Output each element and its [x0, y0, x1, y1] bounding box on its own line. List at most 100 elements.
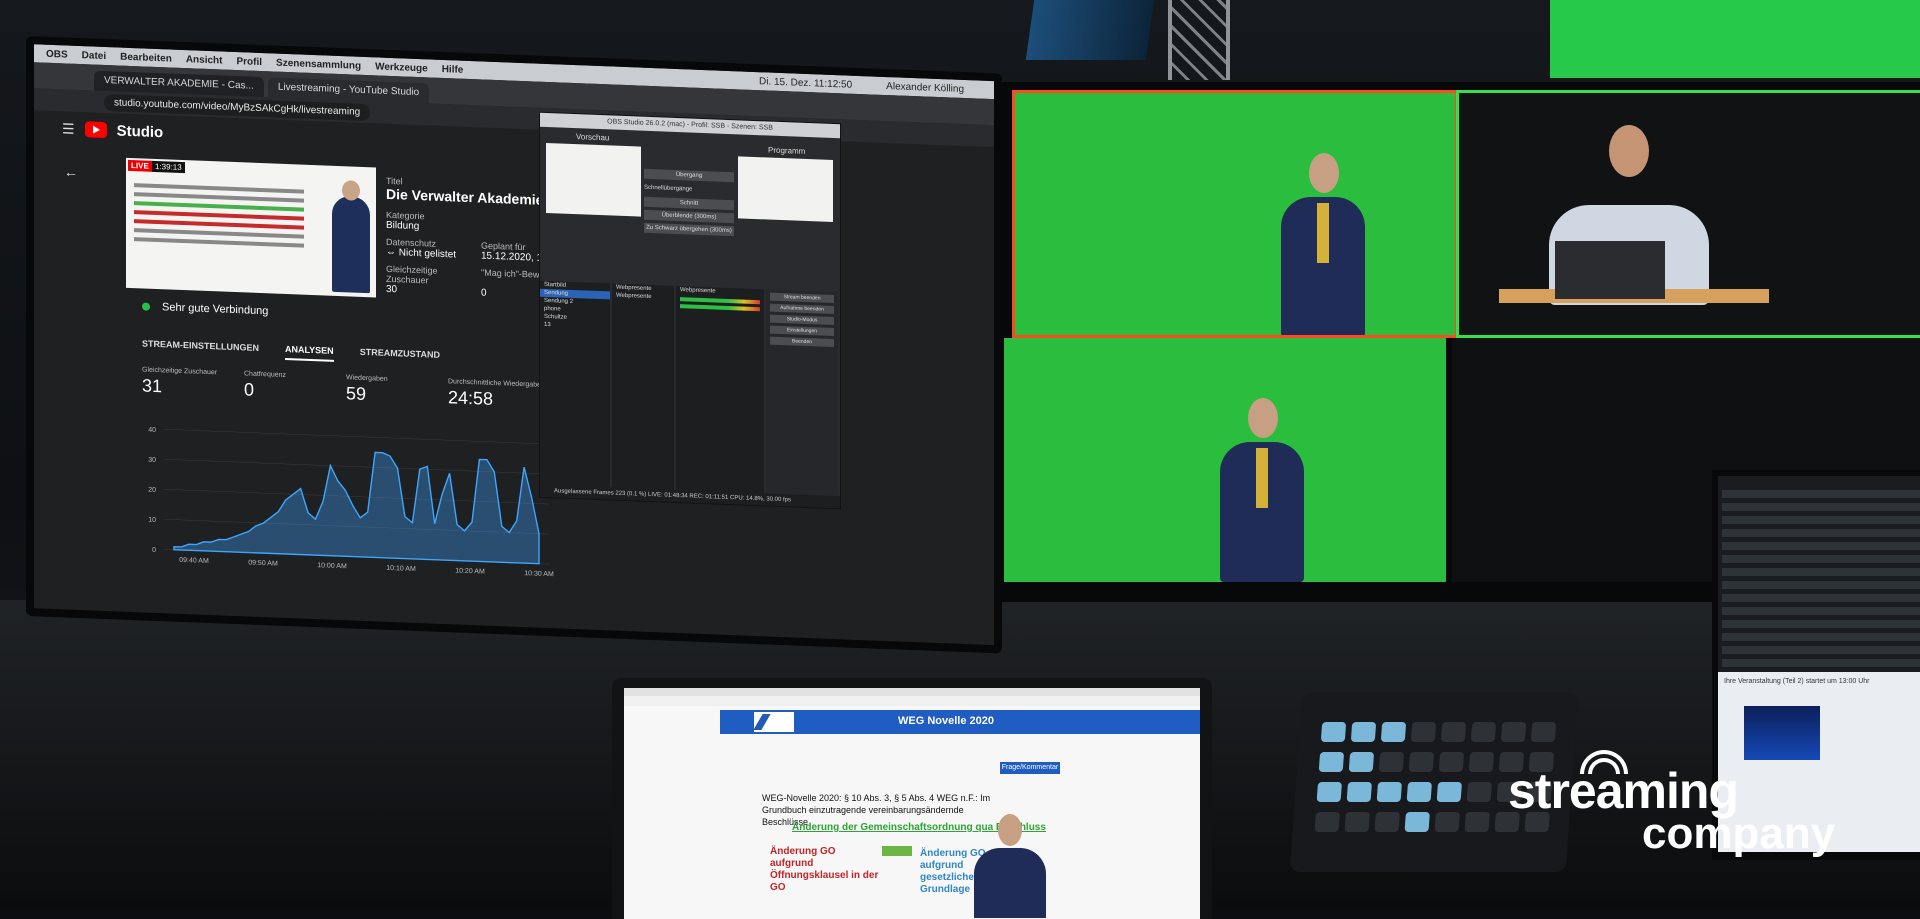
scene-item[interactable]: 13 — [540, 321, 610, 332]
tab-analytics[interactable]: ANALYSEN — [285, 343, 334, 362]
daw-track — [1722, 581, 1920, 589]
source-item[interactable]: Webpresente — [612, 292, 674, 302]
stream-deck-key[interactable] — [1410, 722, 1437, 742]
stream-deck-key[interactable] — [1316, 782, 1342, 802]
question-button[interactable]: Frage/Kommentar — [1000, 762, 1060, 774]
obs-scene-list: Startbild Sendung Sendung 2 phone Schult… — [540, 280, 610, 494]
stop-recording-button[interactable]: Aufnahme beenden — [770, 303, 834, 315]
tab-stream-health[interactable]: STREAMZUSTAND — [360, 347, 440, 366]
daw-track — [1722, 555, 1920, 563]
viewers-chart: 0 10 20 30 40 09:40 AM 09:50 AM 10:00 AM 10:10 A… — [148, 427, 554, 579]
obs-audio-mixer: Webpresente — [676, 285, 764, 500]
stream-deck-key[interactable] — [1530, 722, 1557, 742]
x-tick-label: 10:30 AM — [524, 570, 554, 578]
viewers-area — [173, 451, 540, 565]
stream-deck-key[interactable] — [1350, 722, 1377, 742]
stream-deck-key[interactable] — [1434, 812, 1460, 832]
watermark-line2: company — [1642, 809, 1836, 858]
live-duration: 1:39:13 — [152, 160, 185, 174]
y-tick-label: 20 — [148, 487, 156, 494]
thumb-slide-lines — [134, 178, 304, 253]
menubar-user[interactable]: Alexander Kölling — [886, 81, 964, 95]
daw-track — [1722, 490, 1920, 498]
daw-track — [1722, 659, 1920, 667]
stream-deck-key[interactable] — [1378, 752, 1405, 772]
guest-laptop — [1555, 241, 1665, 299]
obs-transition-button[interactable]: Übergang — [644, 168, 734, 183]
stream-deck-key[interactable] — [1406, 782, 1432, 802]
x-tick-label: 10:20 AM — [455, 567, 485, 575]
obs-program-canvas — [738, 156, 833, 223]
tab-stream-settings[interactable]: STREAM-EINSTELLUNGEN — [142, 338, 259, 358]
obs-preview-canvas — [546, 142, 641, 217]
menu-werkzeuge[interactable]: Werkzeuge — [375, 61, 428, 74]
stream-deck-key[interactable] — [1320, 722, 1347, 742]
stream-deck-key[interactable] — [1348, 752, 1375, 772]
streaming-company-watermark: streaming company — [1508, 766, 1835, 856]
status-dot-icon — [142, 302, 150, 311]
obs-source-list: Webpresente Webpresente — [612, 283, 674, 496]
stream-deck-key[interactable] — [1438, 752, 1465, 772]
stream-deck-key[interactable] — [1404, 812, 1430, 832]
audio-meter — [680, 297, 760, 305]
multiview-program-tile — [1456, 90, 1920, 338]
tablet-thumbnail[interactable] — [1744, 706, 1820, 760]
laptop-address-bar[interactable] — [624, 696, 1200, 706]
multiview-preview-tile — [1012, 90, 1458, 338]
stats-row: Gleichzeitige Zuschauer 31 Chatfrequenz 0 … — [142, 366, 568, 412]
daw-track — [1722, 516, 1920, 524]
obs-fade-black-button[interactable]: Zu Schwarz übergehen (300ms) — [644, 222, 734, 237]
obs-preview-label: Vorschau — [576, 132, 610, 143]
daw-track — [1722, 646, 1920, 654]
stream-deck-key[interactable] — [1468, 752, 1495, 772]
stat-views: Wiedergaben 59 — [346, 374, 388, 405]
stream-deck-key[interactable] — [1346, 782, 1372, 802]
back-screen — [1025, 0, 1155, 60]
stream-deck-key[interactable] — [1380, 722, 1407, 742]
stream-deck-key[interactable] — [1344, 812, 1370, 832]
stream-deck-key[interactable] — [1408, 752, 1435, 772]
stop-stream-button[interactable]: Stream beenden — [770, 292, 834, 304]
settings-button[interactable]: Einstellungen — [770, 325, 834, 337]
menu-szenensammlung[interactable]: Szenensammlung — [276, 57, 361, 71]
stream-deck-key[interactable] — [1500, 722, 1527, 742]
daw-track — [1722, 542, 1920, 550]
banner-title: WEG Novelle 2020 — [898, 715, 994, 727]
stream-deck-key[interactable] — [1376, 782, 1402, 802]
multiview-camera-tile — [1004, 338, 1446, 582]
menu-profil[interactable]: Profil — [236, 56, 262, 68]
menu-icon[interactable]: ☰ — [62, 120, 75, 137]
left-monitor-screen: OBS Datei Bearbeiten Ansicht Profil Szen… — [34, 44, 994, 646]
studio-brand: Studio — [116, 121, 164, 141]
exit-button[interactable]: Beenden — [770, 336, 834, 348]
stream-deck-key[interactable] — [1314, 812, 1340, 832]
menu-datei[interactable]: Datei — [82, 50, 106, 62]
stream-deck-key[interactable] — [1318, 752, 1345, 772]
stream-deck-key[interactable] — [1436, 782, 1462, 802]
daw-track — [1722, 620, 1920, 628]
menu-ansicht[interactable]: Ansicht — [186, 54, 223, 66]
obs-cut-button[interactable]: Schnitt — [644, 196, 734, 211]
laptop-screen: WEG Novelle 2020 Frage/Kommentar WEG-Nov… — [624, 688, 1200, 919]
stream-deck-key[interactable] — [1466, 782, 1492, 802]
menu-hilfe[interactable]: Hilfe — [442, 63, 464, 75]
back-arrow-icon[interactable]: ← — [64, 163, 78, 180]
menu-bearbeiten[interactable]: Bearbeiten — [120, 51, 172, 64]
tablet-caption: Ihre Veranstaltung (Teil 2) startet um 1… — [1724, 678, 1870, 685]
stat-concurrent: Gleichzeitige Zuschauer 31 — [142, 366, 218, 397]
studio-mode-button[interactable]: Studio-Modus — [770, 314, 834, 326]
menu-obs[interactable]: OBS — [46, 48, 68, 60]
daw-track — [1722, 568, 1920, 576]
stream-deck-key[interactable] — [1470, 722, 1497, 742]
obs-fade-button[interactable]: Überblende (300ms) — [644, 209, 734, 224]
live-preview-thumbnail[interactable]: LIVE 1:39:13 — [126, 157, 376, 298]
grid-line — [164, 429, 549, 445]
live-badge: LIVE — [128, 159, 152, 172]
daw-track — [1722, 633, 1920, 641]
y-tick-label: 10 — [148, 517, 156, 524]
stream-deck-key[interactable] — [1374, 812, 1400, 832]
obs-window: OBS Studio 26.0.2 (mac) - Profil: SSB - … — [539, 111, 841, 510]
y-tick-label: 40 — [148, 427, 156, 434]
stream-deck-key[interactable] — [1464, 812, 1490, 832]
stream-deck-key[interactable] — [1440, 722, 1467, 742]
